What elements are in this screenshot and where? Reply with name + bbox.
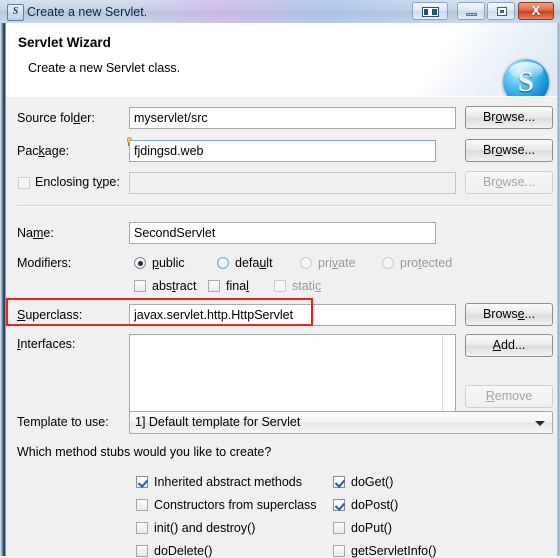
modifier-public-radio[interactable]: [134, 257, 146, 269]
interfaces-add-button[interactable]: Add...: [465, 334, 553, 357]
stub-dopost-checkbox[interactable]: [333, 499, 345, 511]
stub-doput-checkbox[interactable]: [333, 522, 345, 534]
enclosing-type-input: [129, 172, 456, 194]
modifier-static-checkbox: [274, 280, 286, 292]
source-folder-label: Source folder:: [17, 111, 95, 125]
stub-constructors-from-superclass-checkbox[interactable]: [136, 499, 148, 511]
wizard-body: Source folder: myservlet/src Browse... P…: [6, 96, 557, 558]
modifier-private-label: private: [318, 256, 356, 270]
modifier-protected-radio: [382, 257, 394, 269]
stub-getservletinfo-checkbox[interactable]: [333, 545, 345, 557]
modifier-default-label: default: [235, 256, 273, 270]
help-button[interactable]: [412, 2, 448, 20]
stub-init-and-destroy-checkbox[interactable]: [136, 522, 148, 534]
stub-doget-label: doGet(): [351, 475, 394, 489]
wizard-header: Servlet Wizard Create a new Servlet clas…: [6, 23, 557, 97]
servlet-window-icon: S: [7, 4, 24, 21]
modifier-public-label: public: [152, 256, 185, 270]
method-stubs-question: Which method stubs would you like to cre…: [17, 445, 272, 459]
enclosing-type-browse-button: Browse...: [465, 171, 553, 194]
page-subtitle: Create a new Servlet class.: [28, 61, 181, 75]
maximize-button[interactable]: [487, 2, 515, 20]
close-icon: X: [531, 3, 541, 18]
stub-inherited-abstract-methods-label: Inherited abstract methods: [154, 475, 302, 489]
template-dropdown[interactable]: 1] Default template for Servlet: [129, 411, 553, 434]
interfaces-list[interactable]: [129, 334, 456, 412]
template-selected-value: 1] Default template for Servlet: [135, 415, 301, 429]
package-browse-button[interactable]: Browse...: [465, 139, 553, 162]
chevron-down-icon: [535, 421, 545, 426]
modifier-final-label: final: [226, 279, 249, 293]
name-label: Name:: [17, 226, 54, 240]
title-bar-glow: [120, 0, 460, 23]
superclass-label: Superclass:: [17, 308, 83, 322]
modifier-abstract-label: abstract: [152, 279, 197, 293]
minimize-button[interactable]: [457, 2, 485, 20]
superclass-browse-button[interactable]: Browse...: [465, 303, 553, 326]
enclosing-type-label: Enclosing type:: [35, 175, 120, 189]
help-icon: [422, 7, 439, 17]
page-title: Servlet Wizard: [18, 35, 111, 50]
section-separator: [17, 205, 553, 207]
modifiers-label: Modifiers:: [17, 256, 72, 270]
modifier-final-checkbox[interactable]: [208, 280, 220, 292]
name-input[interactable]: SecondServlet: [129, 222, 436, 244]
modifier-protected-label: protected: [400, 256, 453, 270]
package-input[interactable]: fjdingsd.web: [129, 140, 436, 162]
stub-constructors-from-superclass-label: Constructors from superclass: [154, 498, 317, 512]
modifier-default-radio[interactable]: [217, 257, 229, 269]
stub-inherited-abstract-methods-checkbox[interactable]: [136, 476, 148, 488]
title-bar: S Create a new Servlet. X: [0, 0, 560, 24]
stub-doget-checkbox[interactable]: [333, 476, 345, 488]
modifier-private-radio: [300, 257, 312, 269]
source-folder-input[interactable]: myservlet/src: [129, 107, 456, 129]
source-folder-browse-button[interactable]: Browse...: [465, 106, 553, 129]
stub-dopost-label: doPost(): [351, 498, 399, 512]
servlet-logo-icon: S: [503, 59, 549, 97]
maximize-icon: [497, 7, 507, 16]
enclosing-type-checkbox[interactable]: [18, 177, 30, 189]
servlet-wizard-dialog: S Create a new Servlet. X Servlet Wizard…: [0, 0, 560, 558]
modifier-abstract-checkbox[interactable]: [134, 280, 146, 292]
close-button[interactable]: X: [518, 2, 554, 20]
stub-dodelete-checkbox[interactable]: [136, 545, 148, 557]
logo-letter: S: [517, 66, 535, 97]
superclass-input[interactable]: javax.servlet.http.HttpServlet: [129, 304, 456, 326]
window-title: Create a new Servlet.: [27, 5, 148, 19]
modifier-static-label: static: [292, 279, 322, 293]
stub-init-and-destroy-label: init() and destroy(): [154, 521, 256, 535]
stub-doput-label: doPut(): [351, 521, 392, 535]
package-label: Package:: [17, 144, 70, 158]
interfaces-label: Interfaces:: [17, 337, 76, 351]
interfaces-list-divider: [442, 335, 443, 411]
minimize-icon: [466, 13, 477, 16]
template-label: Template to use:: [17, 415, 109, 429]
interfaces-remove-button: Remove: [465, 385, 553, 408]
